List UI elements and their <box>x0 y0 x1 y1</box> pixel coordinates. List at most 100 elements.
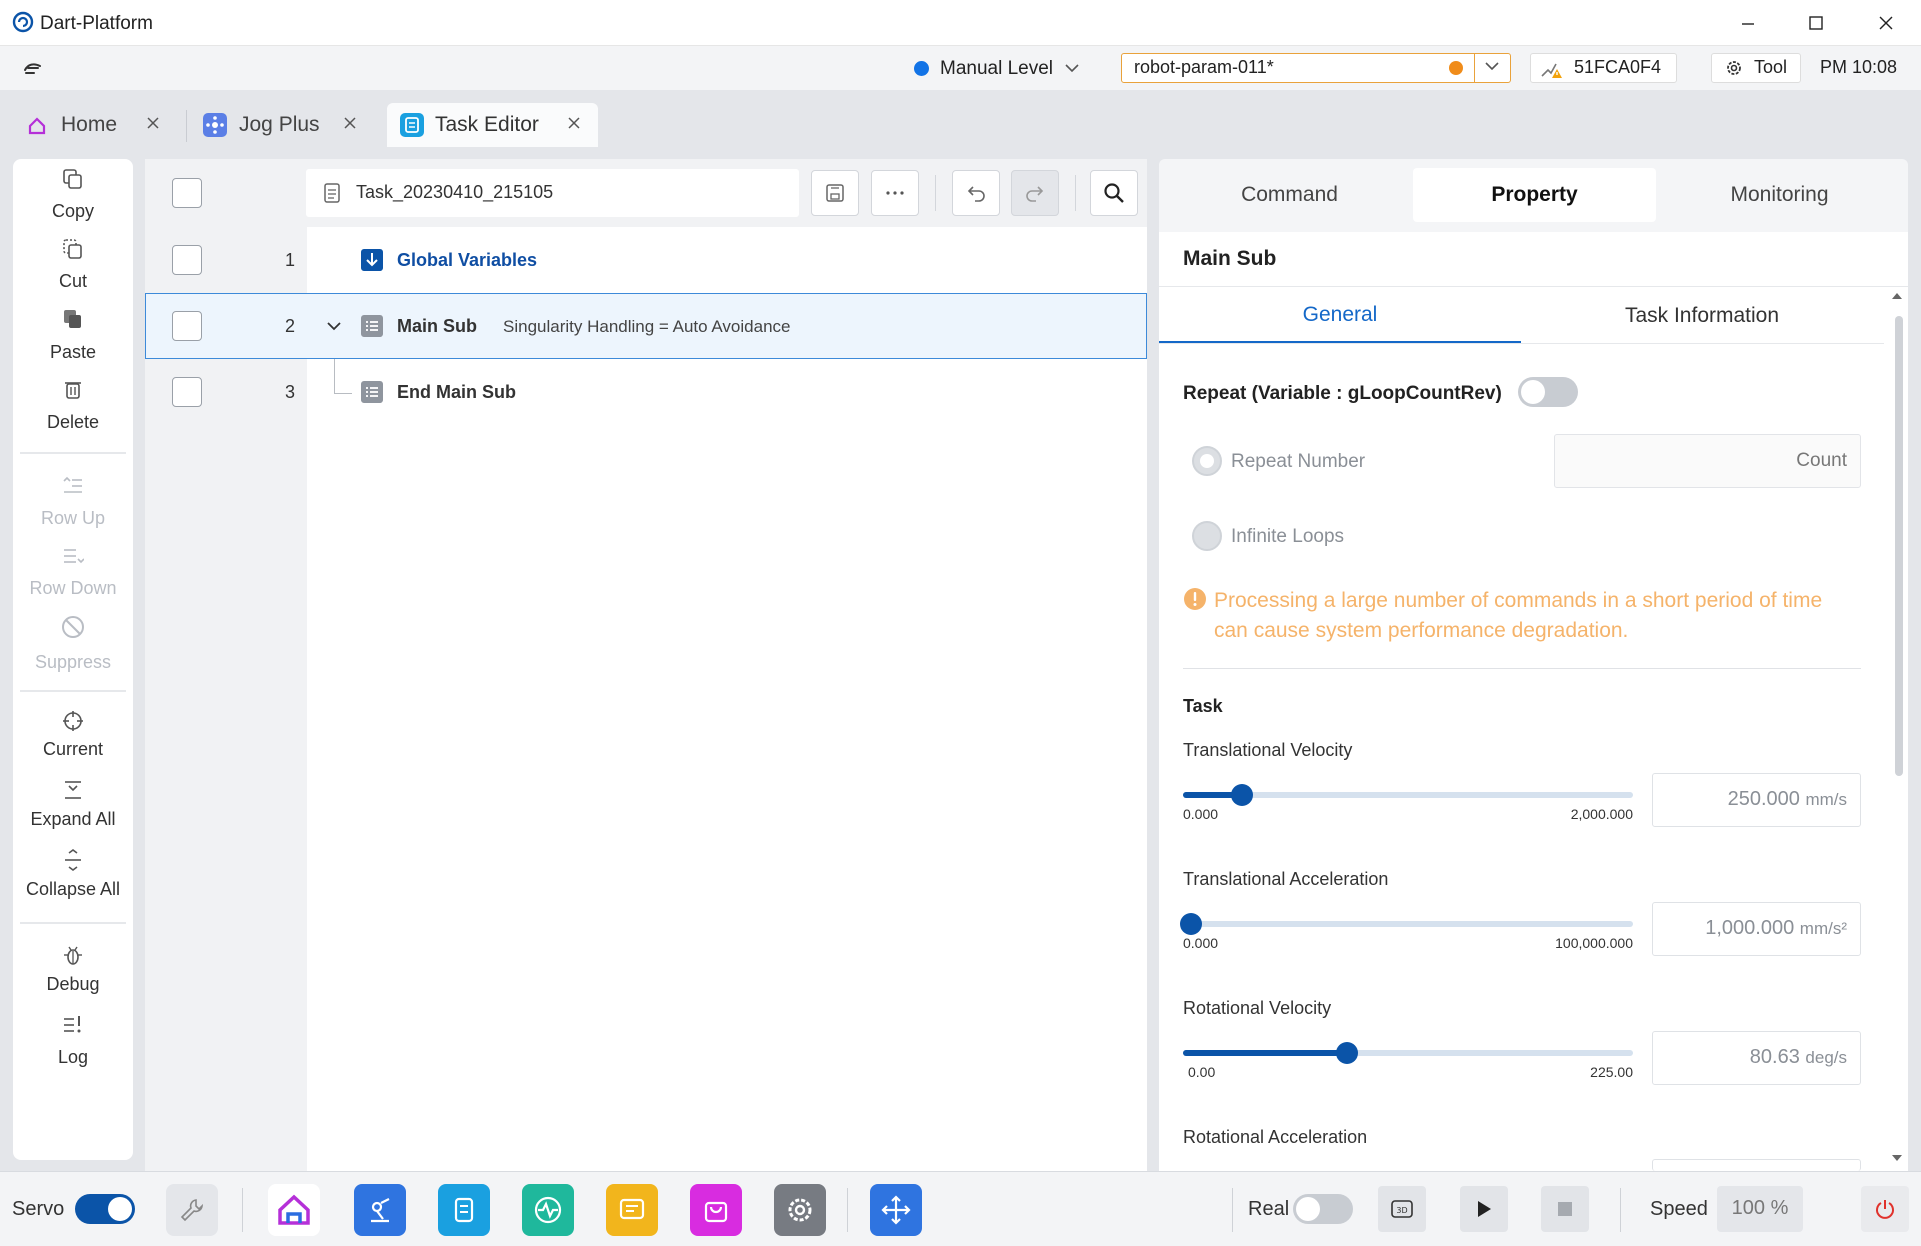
param-name: robot-param-011* <box>1134 57 1274 77</box>
tab-jog-plus-label: Jog Plus <box>239 113 320 136</box>
warning-icon <box>1183 587 1207 611</box>
row-down-icon <box>62 545 84 567</box>
search-button[interactable] <box>1090 170 1138 216</box>
settings-app-button[interactable] <box>774 1184 826 1236</box>
divider <box>242 1188 243 1232</box>
divider <box>20 922 126 924</box>
cut-button[interactable]: Cut <box>13 271 133 292</box>
infinite-loops-radio[interactable] <box>1192 521 1222 551</box>
robot-app-button[interactable] <box>354 1184 406 1236</box>
save-icon <box>826 184 844 202</box>
scrollbar-thumb[interactable] <box>1895 316 1903 776</box>
pulse-icon <box>534 1196 562 1224</box>
stop-button[interactable] <box>1541 1186 1589 1232</box>
select-all-checkbox[interactable] <box>172 178 202 208</box>
row-up-button[interactable]: Row Up <box>13 508 133 529</box>
row-checkbox[interactable] <box>172 245 202 275</box>
move-arrows-icon <box>881 1195 911 1225</box>
undo-button[interactable] <box>952 170 1000 216</box>
tab-task-information[interactable]: Task Information <box>1521 288 1883 344</box>
home-app-button[interactable] <box>268 1184 320 1236</box>
close-window-button[interactable] <box>1856 8 1916 38</box>
chevron-down-icon[interactable] <box>326 320 342 332</box>
list-icon <box>361 381 383 403</box>
infinite-loops-label: Infinite Loops <box>1231 526 1345 547</box>
home-icon <box>278 1194 310 1225</box>
slider-handle[interactable] <box>1179 913 1202 935</box>
slider-min: 0.00 <box>1188 1064 1216 1080</box>
more-button[interactable] <box>871 170 919 216</box>
play-button[interactable] <box>1460 1186 1508 1232</box>
value-input[interactable] <box>1652 1159 1861 1171</box>
scroll-up-icon[interactable] <box>1891 292 1903 300</box>
divider <box>1075 175 1076 211</box>
current-button[interactable]: Current <box>13 739 133 760</box>
chevron-down-icon[interactable] <box>1064 62 1080 74</box>
hand-guide-icon[interactable] <box>22 58 46 78</box>
title-bar <box>0 0 1921 46</box>
copy-button[interactable]: Copy <box>13 201 133 222</box>
divider <box>1232 1188 1233 1232</box>
param-label: Translational Velocity <box>1183 740 1353 760</box>
suppress-button[interactable]: Suppress <box>13 652 133 673</box>
minimize-button[interactable] <box>1718 8 1778 38</box>
close-icon[interactable] <box>343 116 357 130</box>
tab-general[interactable]: General <box>1159 288 1521 344</box>
power-button[interactable] <box>1861 1186 1909 1232</box>
toggle-knob <box>108 1197 132 1221</box>
wrench-button[interactable] <box>166 1184 218 1236</box>
crosshair-icon <box>62 710 84 732</box>
row-number: 3 <box>284 382 295 402</box>
toggle-knob <box>1296 1197 1320 1221</box>
slider-fill <box>1183 1050 1345 1056</box>
clock: PM 10:08 <box>1820 57 1898 77</box>
collapse-all-button[interactable]: Collapse All <box>13 879 133 900</box>
row-checkbox[interactable] <box>172 377 202 407</box>
list-item[interactable]: Global Variables <box>397 250 537 271</box>
divider <box>1620 1188 1621 1232</box>
redo-button[interactable] <box>1011 170 1059 216</box>
slider-track[interactable] <box>1183 921 1633 927</box>
paste-button[interactable]: Paste <box>13 342 133 363</box>
store-app-button[interactable] <box>690 1184 742 1236</box>
unsaved-indicator <box>1449 61 1463 75</box>
maximize-button[interactable] <box>1786 8 1846 38</box>
level-selector[interactable]: Manual Level <box>940 58 1053 80</box>
slider-handle[interactable] <box>1336 1042 1359 1064</box>
tab-command[interactable]: Command <box>1168 168 1411 222</box>
row-down-button[interactable]: Row Down <box>13 578 133 599</box>
notes-app-button[interactable] <box>606 1184 658 1236</box>
app-logo-icon <box>12 11 34 33</box>
tab-task-editor-label: Task Editor <box>435 113 539 136</box>
tab-monitoring[interactable]: Monitoring <box>1658 168 1901 222</box>
close-icon[interactable] <box>567 116 581 130</box>
gear-icon <box>788 1198 812 1222</box>
slider-max: 2,000.000 <box>1570 806 1633 822</box>
log-icon <box>62 1014 84 1036</box>
jog-app-button[interactable] <box>870 1184 922 1236</box>
slider-max: 225.00 <box>1590 1064 1633 1080</box>
close-icon[interactable] <box>146 116 160 130</box>
param-label: Rotational Acceleration <box>1183 1127 1368 1147</box>
repeat-label: Repeat (Variable : gLoopCountRev) <box>1183 383 1502 404</box>
monitoring-app-button[interactable] <box>522 1184 574 1236</box>
debug-button[interactable]: Debug <box>13 974 133 995</box>
value-readout: 1,000.000 mm/s² <box>1705 917 1847 939</box>
row-detail: Singularity Handling = Auto Avoidance <box>503 317 791 336</box>
scroll-down-icon[interactable] <box>1891 1154 1903 1162</box>
tab-property[interactable]: Property <box>1413 168 1656 222</box>
divider <box>186 110 187 142</box>
repeat-number-radio[interactable] <box>1192 446 1222 476</box>
row-checkbox[interactable] <box>172 311 202 341</box>
level-indicator <box>914 61 929 76</box>
3d-view-button[interactable]: 3D <box>1378 1186 1426 1232</box>
window-title: Dart-Platform <box>40 13 153 34</box>
list-item[interactable]: End Main Sub <box>397 382 516 403</box>
log-button[interactable]: Log <box>13 1047 133 1068</box>
delete-button[interactable]: Delete <box>13 412 133 433</box>
save-button[interactable] <box>811 170 859 216</box>
expand-all-button[interactable]: Expand All <box>13 809 133 830</box>
chevron-down-icon[interactable] <box>1484 60 1500 72</box>
task-editor-app-button[interactable] <box>438 1184 490 1236</box>
file-icon <box>323 183 341 203</box>
